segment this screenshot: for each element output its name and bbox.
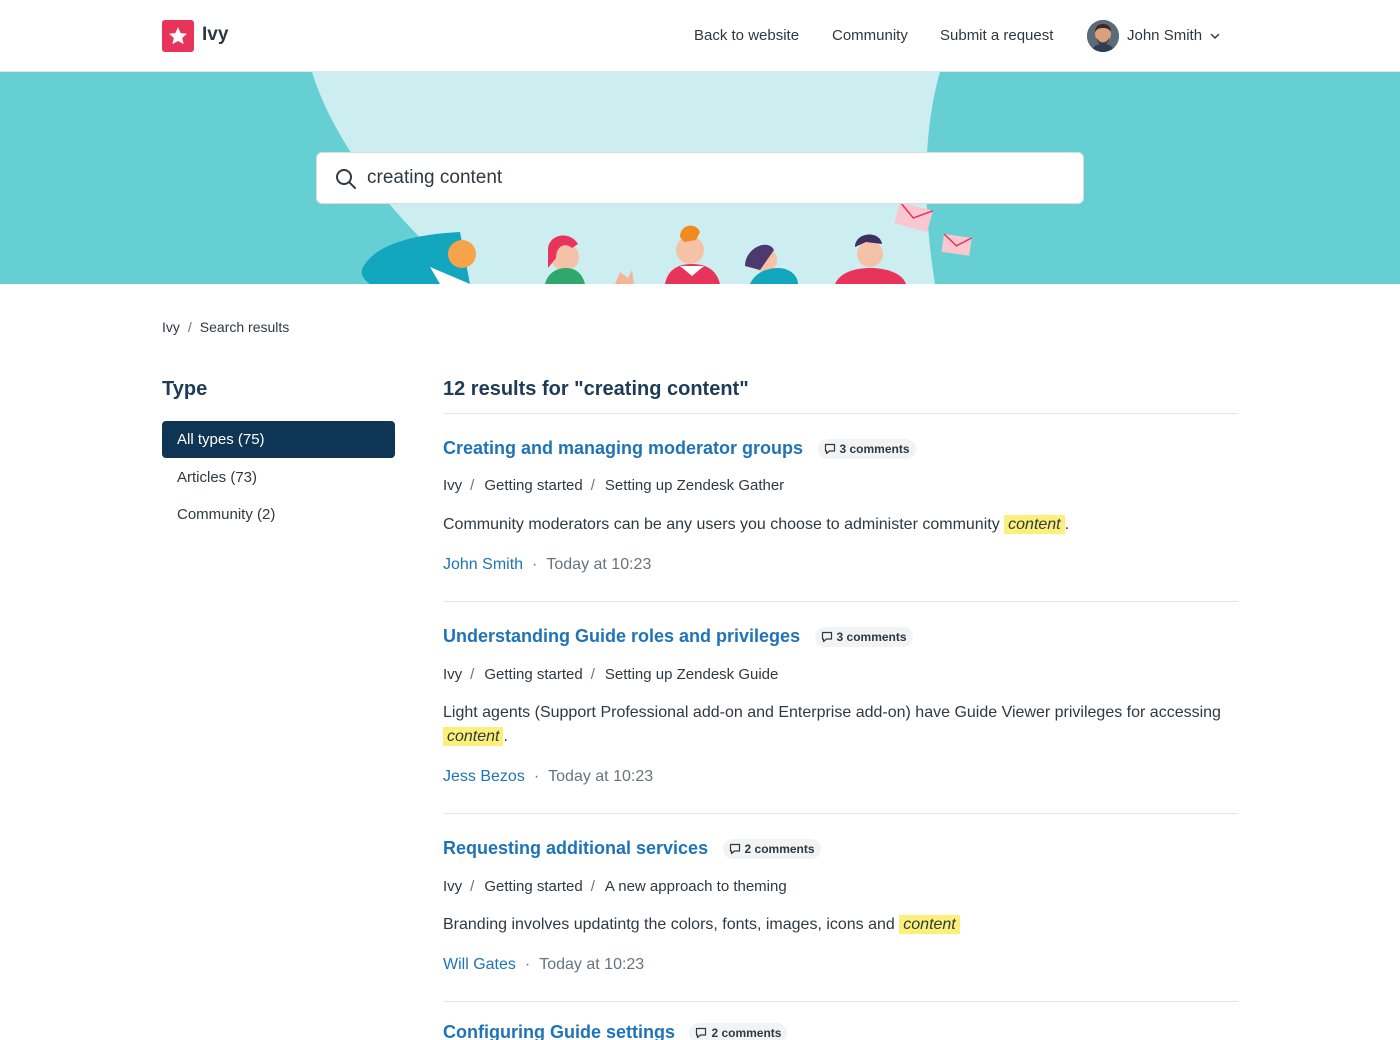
nav-community[interactable]: Community	[832, 27, 908, 44]
search-input[interactable]	[367, 153, 1067, 203]
result-crumb[interactable]: Setting up Zendesk Guide	[605, 666, 778, 683]
comment-count-badge[interactable]: 3 comments	[817, 438, 916, 459]
result-breadcrumb: Ivy / Getting started / A new approach to th…	[443, 878, 787, 895]
result-timestamp: Today at 10:23	[548, 768, 654, 785]
chevron-down-icon[interactable]	[1209, 30, 1221, 42]
filter-community[interactable]: Community (2)	[162, 496, 395, 533]
comment-count-label: 2 comments	[711, 1025, 782, 1040]
comment-icon	[821, 631, 832, 642]
search-term-highlight: content	[1004, 515, 1065, 534]
comment-count-label: 3 comments	[836, 629, 907, 644]
result-crumb[interactable]: Getting started	[484, 477, 582, 494]
result-timestamp: Today at 10:23	[546, 556, 652, 573]
result-meta: Will Gates · Today at 10:23	[443, 956, 645, 973]
result-title-link[interactable]: Creating and managing moderator groups	[443, 438, 803, 459]
result-crumb[interactable]: Setting up Zendesk Gather	[605, 477, 784, 494]
avatar[interactable]	[1087, 20, 1119, 52]
search-result: Requesting additional services 2 comment…	[443, 838, 1238, 1008]
comment-count-badge[interactable]: 3 comments	[814, 626, 913, 647]
results-heading: 12 results for "creating content"	[443, 378, 749, 400]
search-box[interactable]	[316, 152, 1084, 204]
result-snippet: Light agents (Support Professional add-o…	[443, 704, 1221, 746]
result-title-link[interactable]: Understanding Guide roles and privileges	[443, 626, 800, 647]
result-author-link[interactable]: Will Gates	[443, 956, 516, 973]
site-header: Ivy Back to website Community Submit a r…	[0, 0, 1400, 72]
breadcrumb-separator: /	[187, 319, 192, 335]
avatar-image	[1087, 20, 1119, 52]
comment-count-label: 2 comments	[744, 841, 815, 856]
comment-count-badge[interactable]: 2 comments	[722, 838, 821, 859]
search-result: Creating and managing moderator groups 3…	[443, 438, 1238, 608]
search-term-highlight: content	[443, 727, 504, 746]
comment-icon	[729, 843, 740, 854]
result-crumb[interactable]: Getting started	[484, 878, 582, 895]
nav-submit-request[interactable]: Submit a request	[940, 27, 1053, 44]
hero-banner	[0, 72, 1400, 284]
breadcrumb: Ivy / Search results	[162, 319, 289, 335]
result-title-link[interactable]: Requesting additional services	[443, 838, 708, 859]
brand-logo[interactable]	[162, 20, 194, 52]
result-crumb[interactable]: A new approach to theming	[605, 878, 787, 895]
search-result: Understanding Guide roles and privileges…	[443, 626, 1238, 816]
result-author-link[interactable]: John Smith	[443, 556, 523, 573]
result-timestamp: Today at 10:23	[539, 956, 645, 973]
result-snippet: Branding involves updatintg the colors, …	[443, 913, 1243, 937]
search-term-highlight: content	[899, 915, 960, 934]
result-crumb[interactable]: Ivy	[443, 666, 462, 683]
result-meta: John Smith · Today at 10:23	[443, 556, 652, 573]
star-logo-icon	[169, 27, 187, 45]
breadcrumb-current: Search results	[199, 319, 290, 335]
search-icon	[336, 169, 356, 189]
comment-icon	[696, 1027, 707, 1038]
result-title-link[interactable]: Configuring Guide settings	[443, 1022, 675, 1040]
breadcrumb-home[interactable]: Ivy	[162, 319, 180, 335]
result-breadcrumb: Ivy / Getting started / Setting up Zendesk G…	[443, 477, 785, 494]
result-crumb[interactable]: Getting started	[484, 666, 582, 683]
result-author-link[interactable]: Jess Bezos	[443, 768, 525, 785]
filter-type-title: Type	[162, 378, 208, 400]
comment-icon	[824, 443, 835, 454]
divider	[443, 813, 1238, 814]
divider	[443, 601, 1238, 602]
divider	[443, 1001, 1238, 1002]
filter-articles[interactable]: Articles (73)	[162, 459, 395, 496]
comment-count-label: 3 comments	[839, 441, 910, 456]
result-crumb[interactable]: Ivy	[443, 878, 462, 895]
user-menu-name[interactable]: John Smith	[1127, 27, 1202, 44]
comment-count-badge[interactable]: 2 comments	[689, 1022, 788, 1040]
result-snippet: Community moderators can be any users yo…	[443, 515, 1070, 534]
result-meta: Jess Bezos · Today at 10:23	[443, 768, 654, 785]
result-crumb[interactable]: Ivy	[443, 477, 462, 494]
filter-all-types[interactable]: All types (75)	[162, 421, 395, 458]
result-breadcrumb: Ivy / Getting started / Setting up Zendesk G…	[443, 666, 779, 683]
brand-name[interactable]: Ivy	[202, 24, 228, 46]
divider	[443, 413, 1238, 414]
search-result: Configuring Guide settings 2 comments	[443, 1022, 1238, 1040]
nav-back-to-website[interactable]: Back to website	[694, 27, 799, 44]
